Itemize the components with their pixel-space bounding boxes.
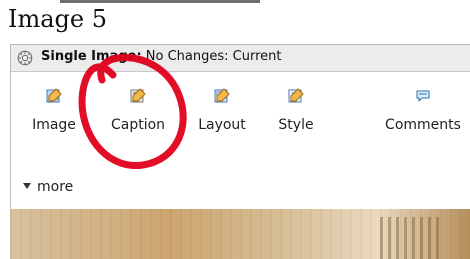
tool-layout[interactable]: Layout <box>187 83 257 139</box>
tool-caption[interactable]: Caption <box>103 83 173 139</box>
tool-image[interactable]: Image <box>19 83 89 139</box>
top-divider <box>60 0 260 3</box>
tool-comments-label: Comments <box>385 117 461 133</box>
layout-icon <box>213 87 231 105</box>
tool-style[interactable]: Style <box>261 83 331 139</box>
image-preview-strip <box>10 209 470 259</box>
more-label: more <box>37 179 74 195</box>
panel-toolbar: Image Caption Layout Style Comments <box>11 83 470 143</box>
tool-layout-label: Layout <box>198 117 246 133</box>
single-image-editor-panel: Single Image: No Changes: Current Image <box>10 44 470 211</box>
more-toggle[interactable]: more <box>23 179 73 195</box>
image-columns <box>380 217 440 259</box>
panel-header: Single Image: No Changes: Current <box>11 45 470 72</box>
gear-icon[interactable] <box>17 50 33 66</box>
panel-header-rest: No Changes: Current <box>141 49 282 64</box>
caption-icon <box>129 87 147 105</box>
tool-image-label: Image <box>32 117 76 133</box>
panel-header-text: Single Image: No Changes: Current <box>41 49 281 64</box>
edit-image-icon <box>45 87 63 105</box>
panel-header-bold: Single Image: <box>41 49 142 64</box>
style-icon <box>287 87 305 105</box>
chevron-down-icon <box>23 183 31 189</box>
tool-style-label: Style <box>278 117 314 133</box>
tool-caption-label: Caption <box>110 117 166 133</box>
comments-icon <box>414 87 432 105</box>
tool-comments[interactable]: Comments <box>377 83 469 139</box>
figure-title: Image 5 <box>8 5 108 33</box>
